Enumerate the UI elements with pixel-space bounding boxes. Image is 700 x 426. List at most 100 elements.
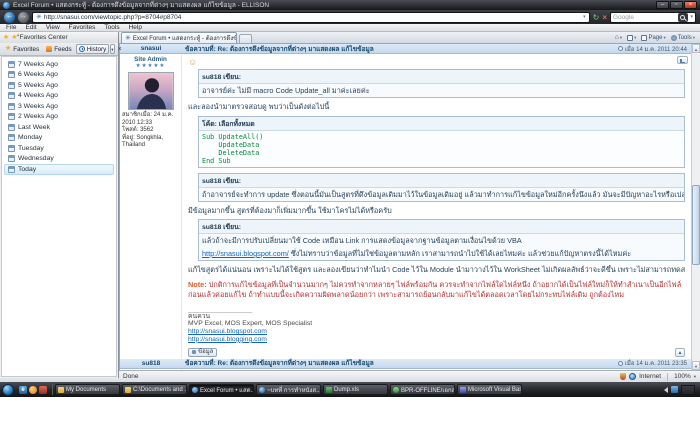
command-bar: ⌂ ▾ ▾ Page ▾ Tools ▾ <box>610 32 700 43</box>
menu-tools[interactable]: Tools <box>104 24 119 31</box>
close-panel-icon[interactable]: × <box>116 46 124 53</box>
scroll-up-icon[interactable]: ▴ <box>692 44 700 53</box>
search-box[interactable]: Google ▾ <box>610 12 696 23</box>
tab-excel-forum[interactable]: ✳ Excel Forum • แสดงกระทู้ - ต้องการดึงข… <box>121 32 237 43</box>
quick-launch-app-icon[interactable] <box>39 386 47 394</box>
history-item[interactable]: Tuesday <box>4 143 114 154</box>
post-paragraph: และลองนำมาตรวจสอบดู พบว่าเป็นดังต่อไปนี้ <box>188 102 685 112</box>
taskbar-button-visual-basic[interactable]: Microsoft Visual Bas... <box>457 384 522 395</box>
address-bar[interactable]: ✳ http://snasui.com/viewtopic.php?p=8704… <box>32 12 590 23</box>
taskbar-button-bpr-offline[interactable]: BPR-OFFLINE/เอกสา... <box>390 384 455 395</box>
taskbar-button-excel-forum[interactable]: Excel Forum • แสด... <box>189 384 254 395</box>
stop-button[interactable]: × <box>602 12 607 23</box>
scrollbar-thumb[interactable] <box>692 185 700 265</box>
favorites-center-title: Favorites Center <box>20 34 68 41</box>
menu-edit[interactable]: Edit <box>25 24 36 31</box>
quote-text: อาจารย์ค่ะ ไม่มี macro Code Update_all ม… <box>199 84 684 97</box>
favorites-center-star-icon[interactable]: ★ <box>3 34 9 42</box>
close-button[interactable]: × <box>684 1 697 9</box>
history-item[interactable]: 4 Weeks Ago <box>4 91 114 102</box>
internet-zone-icon <box>629 373 636 380</box>
note-text: ปกติการแก้ไขข้อมูลที่เป็นจำนวนมากๆ ไม่คว… <box>188 280 681 299</box>
menu-file[interactable]: File <box>6 24 16 31</box>
taskbar-button-browser-page[interactable]: ~บทที่ การทำหนังส... <box>256 384 321 395</box>
home-caret-icon: ▾ <box>620 35 622 41</box>
zoom-level[interactable]: 100% <box>674 373 691 380</box>
quote-author: su818 เขียน: <box>199 70 684 84</box>
quote-text: ถ้าอาจารย์จะทำการ update ซึ่งตอนนี้มันเป… <box>199 188 684 201</box>
quick-launch-ie-icon[interactable]: e <box>19 386 27 394</box>
signature-link[interactable]: http://snasui.blogging.com <box>188 336 685 344</box>
post-subject[interactable]: ข้อความที่: Re: ต้องการดึงข้อมูลจากที่ต่… <box>182 44 614 54</box>
navigation-bar: ← → ✳ http://snasui.com/viewtopic.php?p=… <box>0 10 700 24</box>
history-item[interactable]: 2 Weeks Ago <box>4 112 114 123</box>
post-subject[interactable]: ข้อความที่: Re: ต้องการดึงข้อมูลจากที่ต่… <box>182 358 614 368</box>
post-header: snasui ข้อความที่: Re: ต้องการดึงข้อมูลจ… <box>120 44 691 54</box>
print-button[interactable]: ▾ <box>627 35 636 41</box>
back-to-top-button[interactable]: ▴ <box>675 348 685 357</box>
menu-bar: File Edit View Favorites Tools Help <box>0 24 700 32</box>
screen: { "window": { "title": "Excel Forum • แส… <box>0 0 700 426</box>
history-item[interactable]: Last Week <box>4 122 114 133</box>
history-item[interactable]: Wednesday <box>4 154 114 165</box>
blogspot-link[interactable]: http://snasui.blogspot.com/ <box>202 249 289 258</box>
history-item[interactable]: 3 Weeks Ago <box>4 101 114 112</box>
post-author[interactable]: snasui <box>120 45 182 52</box>
page-menu-button[interactable]: Page ▾ <box>641 35 665 41</box>
tray-clock[interactable] <box>681 385 695 395</box>
rank-stars-icon: ★★★★★ <box>122 63 179 70</box>
maximize-button[interactable]: ▫ <box>670 1 683 9</box>
code-header[interactable]: โค้ด: เลือกทั้งหมด <box>199 117 684 131</box>
post-author[interactable]: su818 <box>120 360 182 367</box>
history-item[interactable]: 6 Weeks Ago <box>4 70 114 81</box>
favorites-tab[interactable]: ★ Favorites <box>2 44 42 54</box>
history-item[interactable]: Monday <box>4 133 114 144</box>
reply-with-quote-button[interactable] <box>677 56 688 64</box>
signature-name: คนควน <box>188 313 685 321</box>
calendar-icon <box>8 166 15 173</box>
favorites-star-icon: ★ <box>5 45 11 53</box>
profile-button[interactable]: ข้อมูล <box>188 348 217 357</box>
history-dropdown-button[interactable]: ▾ <box>110 44 114 54</box>
quick-launch-browser-icon[interactable] <box>29 386 37 394</box>
menu-view[interactable]: View <box>46 24 60 31</box>
history-item[interactable]: 7 Weeks Ago <box>4 59 114 70</box>
taskbar-button-dump-xls[interactable]: Dump.xls <box>323 384 388 395</box>
new-tab-button[interactable] <box>239 34 252 43</box>
scroll-down-icon[interactable]: ▾ <box>692 361 700 370</box>
menu-help[interactable]: Help <box>129 24 142 31</box>
security-shield-icon <box>620 373 626 380</box>
quote-author: su818 เขียน: <box>199 220 684 234</box>
tray-network-icon[interactable] <box>671 386 678 393</box>
search-icon[interactable] <box>678 13 688 22</box>
visual-basic-icon <box>460 387 466 393</box>
tray-expand-icon[interactable] <box>664 387 668 393</box>
history-tab[interactable]: History <box>76 44 110 54</box>
feeds-tab[interactable]: Feeds <box>43 44 75 54</box>
menu-favorites[interactable]: Favorites <box>69 24 96 31</box>
user-joined: สมาชิกเมื่อ: 24 ม.ค. 2010 12:33 <box>122 112 179 127</box>
search-dropdown-icon[interactable]: ▾ <box>690 14 693 20</box>
home-button[interactable]: ⌂ ▾ <box>615 34 623 41</box>
tools-caret-icon: ▾ <box>693 35 695 41</box>
tools-menu-button[interactable]: Tools ▾ <box>671 35 695 41</box>
history-item[interactable]: 5 Weeks Ago <box>4 80 114 91</box>
zoom-caret-icon[interactable]: ▾ <box>694 374 696 380</box>
status-right: Internet 100% ▾ <box>620 373 696 381</box>
address-dropdown-icon[interactable]: ▾ <box>583 14 586 20</box>
page-icon <box>641 35 647 41</box>
taskbar-button-my-documents[interactable]: My Documents <box>55 384 120 395</box>
avatar[interactable] <box>128 72 174 110</box>
minimize-button[interactable]: – <box>656 1 669 9</box>
signature-link[interactable]: http://snasui.blogspot.com <box>188 328 685 336</box>
calendar-icon <box>8 124 15 131</box>
taskbar-button-documents[interactable]: C:\Documents and ... <box>122 384 187 395</box>
add-to-favorites-icon[interactable]: ★+ <box>11 34 17 42</box>
history-item-today[interactable]: Today <box>4 164 114 175</box>
refresh-button[interactable]: ↻ <box>593 12 600 23</box>
forward-button[interactable]: → <box>18 12 29 23</box>
back-button[interactable]: ← <box>4 12 15 23</box>
start-button[interactable] <box>2 384 14 396</box>
calendar-icon <box>8 103 15 110</box>
vertical-scrollbar[interactable]: ▴ ▾ <box>691 44 700 370</box>
